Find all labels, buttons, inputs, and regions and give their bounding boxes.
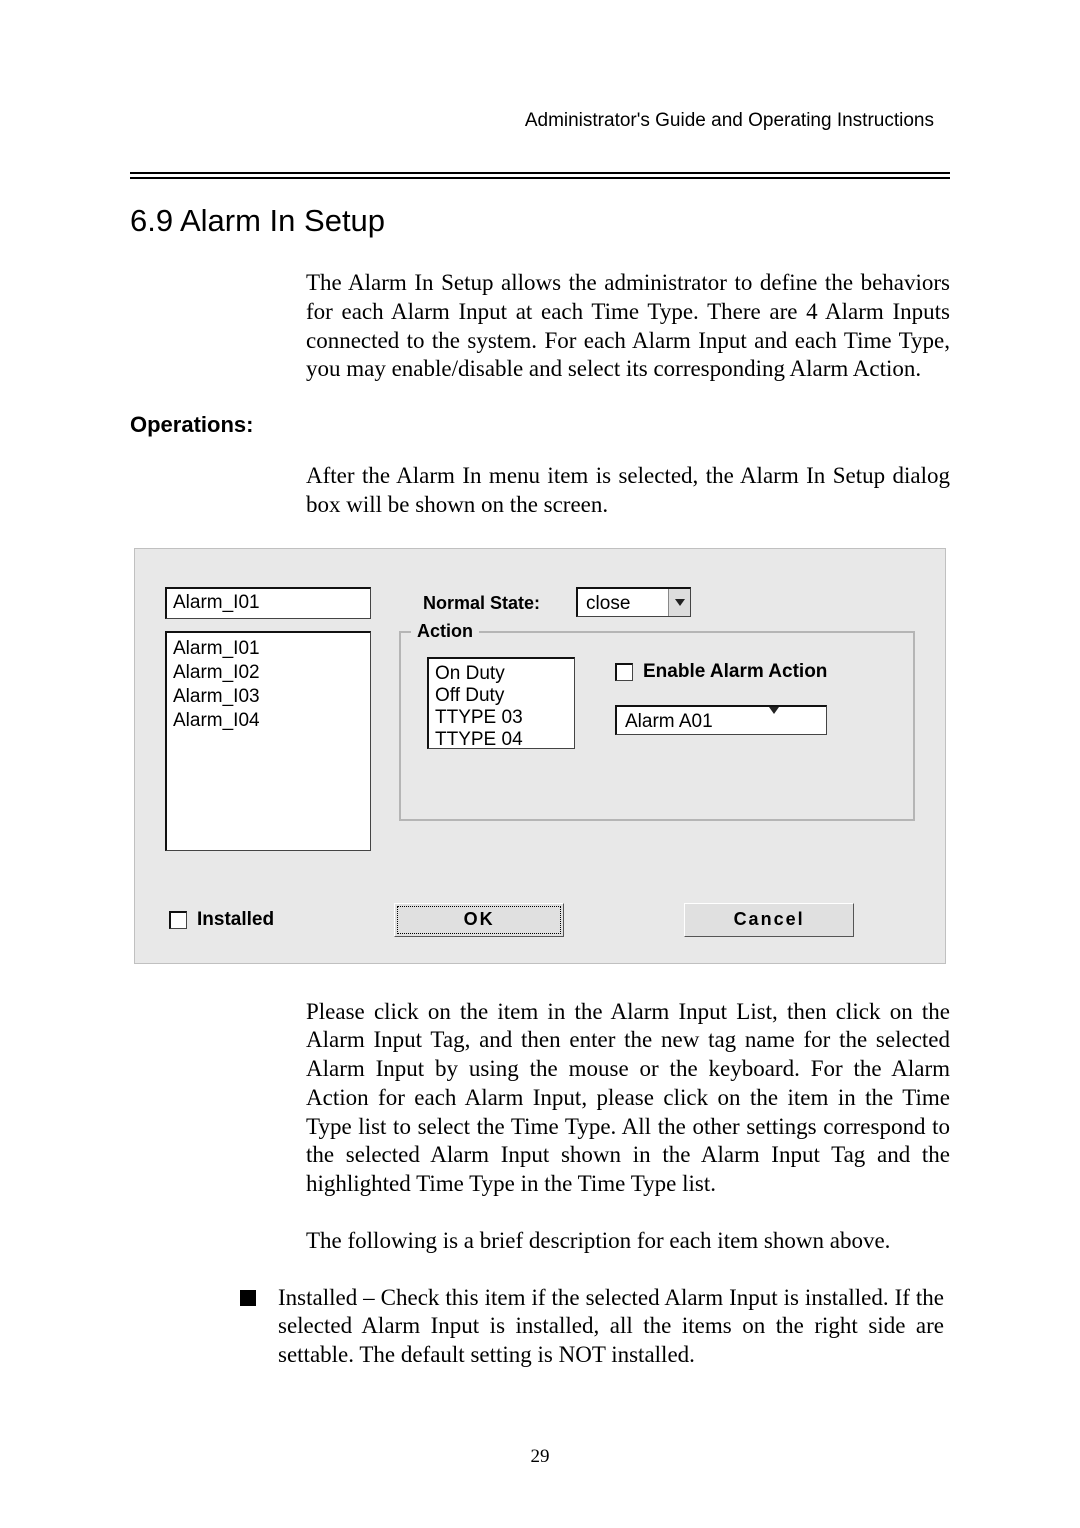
installed-label: Installed [197, 909, 274, 931]
normal-state-label: Normal State: [423, 587, 540, 614]
operations-heading: Operations: [130, 412, 950, 438]
installed-checkbox[interactable]: Installed [169, 909, 274, 931]
enable-alarm-action-checkbox[interactable]: Enable Alarm Action [615, 661, 827, 683]
action-group-label: Action [411, 621, 479, 642]
list-item[interactable]: On Duty [435, 663, 568, 685]
normal-state-select[interactable]: close [576, 587, 691, 617]
checkbox-icon[interactable] [169, 911, 187, 929]
ok-button[interactable]: OK [394, 903, 564, 937]
list-item[interactable]: Alarm_I02 [173, 661, 364, 685]
section-title: 6.9 Alarm In Setup [130, 203, 950, 239]
bullet-text: Installed – Check this item if the selec… [278, 1284, 950, 1370]
list-item[interactable]: TTYPE 04 [435, 729, 568, 751]
intro-paragraph: The Alarm In Setup allows the administra… [306, 269, 950, 384]
list-item[interactable]: Alarm_I04 [173, 709, 364, 733]
alarm-input-list[interactable]: Alarm_I01 Alarm_I02 Alarm_I03 Alarm_I04 [165, 631, 371, 851]
list-item[interactable]: TTYPE 03 [435, 707, 568, 729]
chevron-down-icon[interactable] [769, 707, 779, 734]
after-dialog-paragraph: Please click on the item in the Alarm In… [306, 998, 950, 1199]
normal-state-value: close [578, 589, 668, 616]
list-item[interactable]: Alarm_I01 [173, 637, 364, 661]
enable-label: Enable Alarm Action [643, 661, 827, 683]
list-item[interactable]: Off Duty [435, 685, 568, 707]
alarm-input-tag[interactable]: Alarm_I01 [165, 587, 371, 619]
alarm-action-select[interactable]: Alarm A01 [615, 705, 827, 735]
alarm-in-dialog: Alarm_I01 Normal State: close Alarm_I01 … [134, 548, 946, 964]
chevron-down-icon[interactable] [668, 589, 690, 616]
page-header: Administrator's Guide and Operating Inst… [130, 110, 950, 132]
bullet-icon [240, 1290, 256, 1306]
action-groupbox: Action On Duty Off Duty TTYPE 03 TTYPE 0… [399, 631, 915, 821]
cancel-button[interactable]: Cancel [684, 903, 854, 937]
list-item[interactable]: Alarm_I03 [173, 685, 364, 709]
checkbox-icon[interactable] [615, 663, 633, 681]
ops-paragraph: After the Alarm In menu item is selected… [306, 462, 950, 520]
page-number: 29 [0, 1446, 1080, 1468]
alarm-action-value: Alarm A01 [617, 707, 769, 734]
header-rule [130, 172, 950, 179]
following-paragraph: The following is a brief description for… [306, 1227, 950, 1256]
time-type-list[interactable]: On Duty Off Duty TTYPE 03 TTYPE 04 [427, 657, 575, 749]
